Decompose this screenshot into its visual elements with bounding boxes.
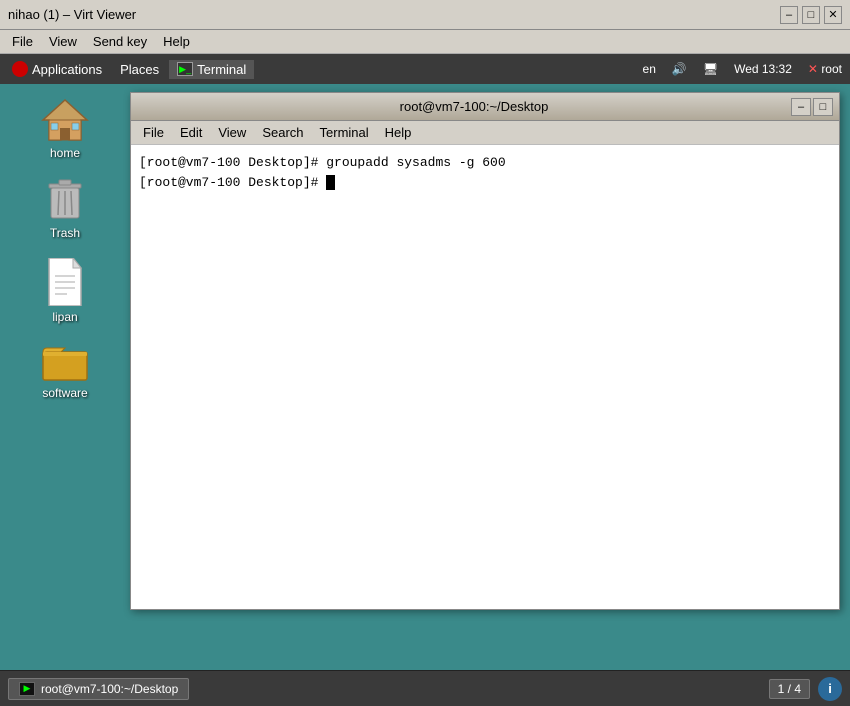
taskbar-pager[interactable]: 1 / 4 <box>769 679 810 699</box>
software-icon-label: software <box>42 386 87 400</box>
datetime-display[interactable]: Wed 13:32 <box>730 60 796 78</box>
desktop-icon-home[interactable]: home <box>20 94 110 164</box>
taskbar-right: 1 / 4 i <box>769 677 842 701</box>
home-icon-label: home <box>50 146 80 160</box>
gnome-panel-left: Applications Places ▶_ Terminal <box>4 59 254 79</box>
trash-bin-icon <box>45 178 85 222</box>
terminal-icon: ▶_ <box>177 62 193 76</box>
terminal-content[interactable]: [root@vm7-100 Desktop]# groupadd sysadms… <box>131 145 839 609</box>
gnome-terminal-launcher[interactable]: ▶_ Terminal <box>169 60 254 79</box>
terminal-menu-search[interactable]: Search <box>254 123 311 142</box>
maximize-button[interactable]: □ <box>802 6 820 24</box>
bottom-taskbar: ▶ root@vm7-100:~/Desktop 1 / 4 i <box>0 670 850 706</box>
terminal-line-1: [root@vm7-100 Desktop]# groupadd sysadms… <box>139 153 831 173</box>
applications-label: Applications <box>32 62 102 77</box>
terminal-menu-view[interactable]: View <box>210 123 254 142</box>
terminal-menu-edit[interactable]: Edit <box>172 123 210 142</box>
terminal-menu-file[interactable]: File <box>135 123 172 142</box>
terminal-title-bar: root@vm7-100:~/Desktop – □ <box>131 93 839 121</box>
close-button[interactable]: ✕ <box>824 6 842 24</box>
virt-viewer-title: nihao (1) – Virt Viewer <box>8 7 136 22</box>
gnome-panel-right: en 🔊 🖥 Wed 13:32 ✕ root <box>639 60 846 78</box>
terminal-menu-bar: File Edit View Search Terminal Help <box>131 121 839 145</box>
software-folder-icon <box>41 342 89 382</box>
virt-menu-help[interactable]: Help <box>155 32 198 51</box>
locale-indicator[interactable]: en <box>639 60 660 78</box>
places-label: Places <box>120 62 159 77</box>
gnome-panel: Applications Places ▶_ Terminal en 🔊 🖥 W… <box>0 54 850 84</box>
taskbar-terminal-icon: ▶ <box>19 682 35 696</box>
virt-viewer-window: nihao (1) – Virt Viewer – □ ✕ File View … <box>0 0 850 706</box>
redhat-icon <box>12 61 28 77</box>
trash-icon-label: Trash <box>50 226 80 240</box>
taskbar-window-label: root@vm7-100:~/Desktop <box>41 682 178 696</box>
virt-viewer-title-bar: nihao (1) – Virt Viewer – □ ✕ <box>0 0 850 30</box>
desktop-icon-trash[interactable]: Trash <box>20 174 110 244</box>
virt-menu-file[interactable]: File <box>4 32 41 51</box>
terminal-window: root@vm7-100:~/Desktop – □ File Edit Vie… <box>130 92 840 610</box>
taskbar-info-button[interactable]: i <box>818 677 842 701</box>
terminal-window-controls: – □ <box>791 98 833 116</box>
gnome-places-menu[interactable]: Places <box>112 60 167 79</box>
home-folder-icon <box>41 98 89 142</box>
title-bar-buttons: – □ ✕ <box>780 6 842 24</box>
terminal-line-2: [root@vm7-100 Desktop]# <box>139 173 831 193</box>
taskbar-active-window[interactable]: ▶ root@vm7-100:~/Desktop <box>8 678 189 700</box>
virt-menu-send-key[interactable]: Send key <box>85 32 155 51</box>
screen-icon[interactable]: 🖥 <box>699 60 722 78</box>
document-icon <box>45 258 85 306</box>
gnome-applications-menu[interactable]: Applications <box>4 59 110 79</box>
user-indicator: ✕ root <box>804 60 846 78</box>
desktop-icon-software[interactable]: software <box>20 338 110 404</box>
virt-viewer-menu-bar: File View Send key Help <box>0 30 850 54</box>
virt-menu-view[interactable]: View <box>41 32 85 51</box>
minimize-button[interactable]: – <box>780 6 798 24</box>
terminal-label: Terminal <box>197 62 246 77</box>
terminal-minimize-btn[interactable]: – <box>791 98 811 116</box>
terminal-cursor <box>326 175 335 190</box>
lipan-icon-label: lipan <box>52 310 77 324</box>
desktop-area: home Trash <box>0 84 850 670</box>
desktop-icons-panel: home Trash <box>0 84 130 670</box>
terminal-maximize-btn[interactable]: □ <box>813 98 833 116</box>
volume-icon[interactable]: 🔊 <box>668 60 691 78</box>
terminal-title-text: root@vm7-100:~/Desktop <box>157 99 791 114</box>
terminal-menu-terminal[interactable]: Terminal <box>312 123 377 142</box>
terminal-menu-help[interactable]: Help <box>377 123 420 142</box>
desktop-icon-lipan[interactable]: lipan <box>20 254 110 328</box>
